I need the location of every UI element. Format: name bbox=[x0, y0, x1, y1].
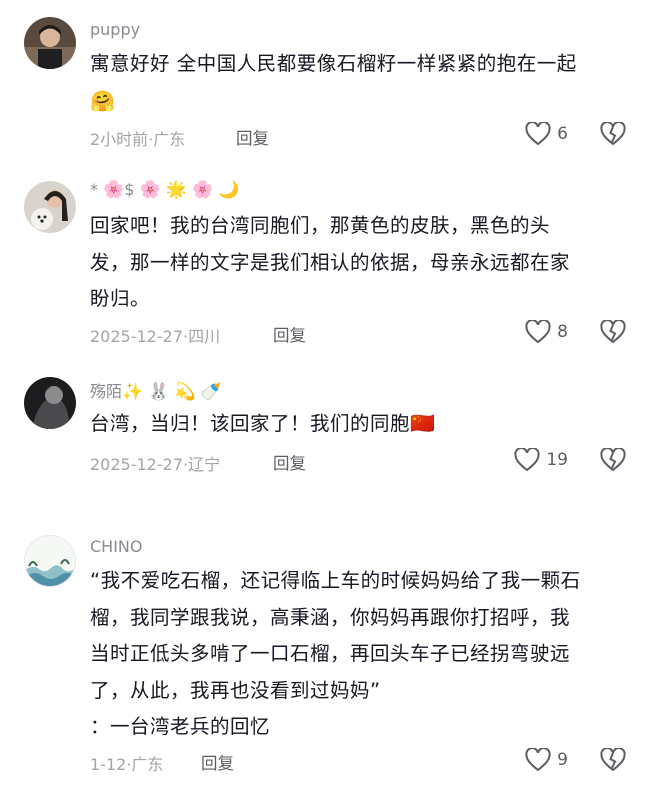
username[interactable]: CHINO bbox=[90, 537, 142, 556]
username-text: 殇陌 bbox=[90, 382, 123, 401]
location: 广东 bbox=[131, 755, 164, 774]
comment-text: 寓意好好 全中国人民都要像石榴籽一样紧紧的抱在一起 🤗 bbox=[90, 46, 630, 120]
reply-button[interactable]: 回复 bbox=[273, 322, 306, 346]
comment-text-line: 回家吧！我的台湾同胞们，那黄色的皮肤，黑色的头 bbox=[90, 214, 551, 237]
comment-meta: 1-12·广东 bbox=[90, 751, 163, 775]
like-button[interactable]: 19 bbox=[514, 448, 568, 472]
comment-text-line: 台湾，当归！该回家了！我们的同胞 bbox=[90, 412, 411, 435]
timestamp: 1-12 bbox=[90, 755, 127, 774]
dislike-button[interactable] bbox=[600, 747, 626, 776]
username[interactable]: puppy bbox=[90, 20, 140, 39]
comment-text-line: 当时正低头多啃了一口石榴，再回头车子已经拐弯驶远 bbox=[90, 642, 571, 666]
reply-button[interactable]: 回复 bbox=[236, 125, 269, 149]
comment-text-line: 了，从此，我再也没看到过妈妈” bbox=[90, 678, 381, 702]
dislike-button[interactable] bbox=[600, 319, 626, 348]
hug-emoji: 🤗 bbox=[90, 88, 116, 113]
timestamp: 2025-12-27 bbox=[90, 327, 183, 346]
location: 四川 bbox=[188, 327, 221, 346]
rabbit-emoji: 🐰 bbox=[148, 382, 170, 402]
username[interactable]: * 🌸$ 🌸 🌟 🌸 🌙 bbox=[90, 180, 240, 200]
broken-heart-icon bbox=[600, 447, 626, 472]
comment-meta: 2小时前·广东 bbox=[90, 126, 185, 150]
star-emoji: 🌟 bbox=[165, 180, 187, 200]
heart-outline-icon bbox=[525, 748, 551, 772]
heart-outline-icon bbox=[514, 448, 540, 472]
dizzy-emoji: 💫 bbox=[174, 382, 196, 402]
cherry-blossom-emoji: 🌸 bbox=[192, 180, 214, 200]
baby-bottle-emoji: 🍼 bbox=[200, 382, 222, 402]
comment-text-line: 寓意好好 全中国人民都要像石榴籽一样紧紧的抱在一起 bbox=[90, 52, 577, 75]
comment-text: “我不爱吃石榴，还记得临上车的时候妈妈给了我一颗石 榴，我同学跟我说，高秉涵，你… bbox=[90, 563, 630, 746]
broken-heart-icon bbox=[600, 747, 626, 772]
like-count: 8 bbox=[557, 322, 568, 342]
like-count: 19 bbox=[546, 450, 568, 470]
comment-text-line: 发，那一样的文字是我们相认的依据，母亲永远都在家 bbox=[90, 250, 571, 274]
heart-outline-icon bbox=[525, 320, 551, 344]
heart-outline-icon bbox=[525, 122, 551, 146]
like-count: 6 bbox=[557, 124, 568, 144]
comment-text-line: “我不爱吃石榴，还记得临上车的时候妈妈给了我一颗石 bbox=[90, 569, 581, 592]
comment-text-line: 盼归。 bbox=[90, 287, 151, 311]
comment-text-line: 榴，我同学跟我说，高秉涵，你妈妈再跟你打招呼，我 bbox=[90, 605, 571, 629]
china-flag-emoji: 🇨🇳 bbox=[410, 411, 436, 435]
dollar-glyph: $ bbox=[124, 180, 135, 199]
comment-text-line: ：一台湾老兵的回忆 bbox=[90, 715, 271, 739]
username-prefix: * bbox=[90, 180, 104, 199]
sparkles-emoji: ✨ bbox=[122, 382, 144, 402]
avatar[interactable] bbox=[24, 535, 76, 587]
moon-emoji: 🌙 bbox=[218, 180, 240, 200]
like-button[interactable]: 9 bbox=[525, 748, 568, 772]
avatar[interactable] bbox=[24, 377, 76, 429]
username[interactable]: 殇陌✨ 🐰 💫 🍼 bbox=[90, 378, 222, 402]
dislike-button[interactable] bbox=[600, 121, 626, 150]
comment-text: 台湾，当归！该回家了！我们的同胞🇨🇳 bbox=[90, 405, 630, 443]
like-count: 9 bbox=[557, 750, 568, 770]
reply-button[interactable]: 回复 bbox=[273, 450, 306, 474]
avatar[interactable] bbox=[24, 17, 76, 69]
reply-button[interactable]: 回复 bbox=[201, 750, 234, 774]
location: 广东 bbox=[153, 130, 186, 149]
broken-heart-icon bbox=[600, 121, 626, 146]
location: 辽宁 bbox=[188, 455, 221, 474]
avatar[interactable] bbox=[24, 181, 76, 233]
comment-meta: 2025-12-27·辽宁 bbox=[90, 451, 220, 475]
cherry-blossom-emoji: 🌸 bbox=[139, 180, 161, 200]
comment-meta: 2025-12-27·四川 bbox=[90, 323, 220, 347]
like-button[interactable]: 6 bbox=[525, 122, 568, 146]
broken-heart-icon bbox=[600, 319, 626, 344]
comment-text: 回家吧！我的台湾同胞们，那黄色的皮肤，黑色的头 发，那一样的文字是我们相认的依据… bbox=[90, 208, 630, 318]
cherry-blossom-emoji: 🌸 bbox=[103, 180, 125, 200]
dislike-button[interactable] bbox=[600, 447, 626, 476]
timestamp: 2小时前 bbox=[90, 130, 149, 149]
timestamp: 2025-12-27 bbox=[90, 455, 183, 474]
like-button[interactable]: 8 bbox=[525, 320, 568, 344]
